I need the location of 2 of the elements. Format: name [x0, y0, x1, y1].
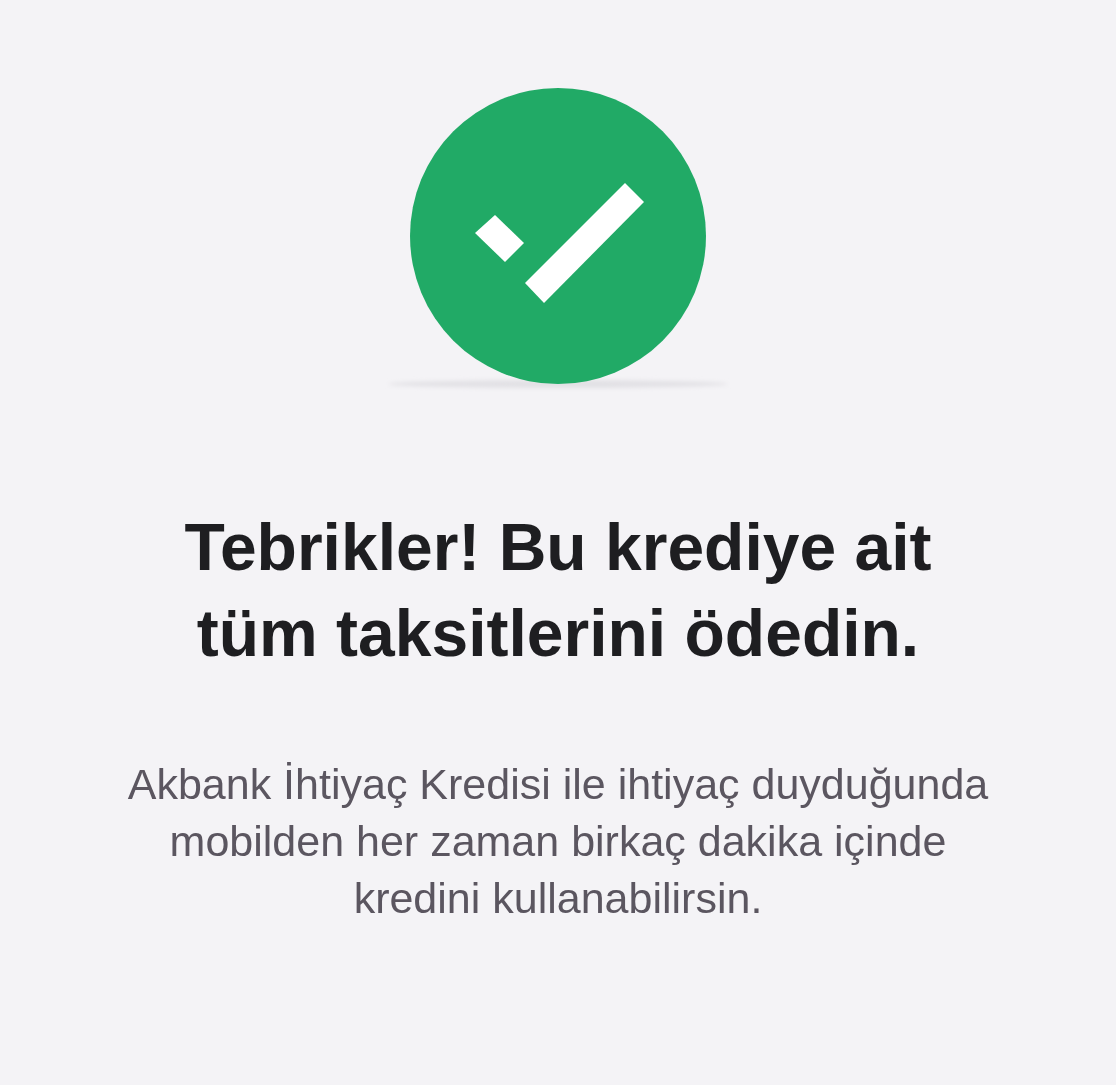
title: Tebrikler! Bu krediye ait tüm taksitlerini ödedin.	[184, 509, 932, 672]
message: Akbank İhtiyaç Kredisi ile ihtiyaç duyduğunda mobilden her zaman birkaç dakika içinde kredini kullanabilirsin.	[127, 759, 989, 924]
